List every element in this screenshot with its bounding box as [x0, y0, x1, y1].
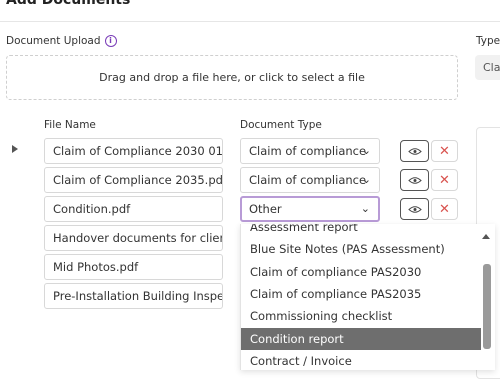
preview-button[interactable]	[400, 169, 429, 191]
type-label: Type	[476, 35, 500, 47]
close-icon: ✕	[439, 172, 450, 188]
file-name-header: File Name	[44, 119, 96, 131]
chevron-down-icon: ⌄	[361, 144, 371, 157]
remove-button[interactable]: ✕	[431, 140, 458, 162]
file-name-input[interactable]: Pre-Installation Building Inspection	[44, 283, 223, 309]
document-type-value: Claim of compliance	[249, 173, 367, 187]
preview-button[interactable]	[400, 140, 429, 162]
scrollbar-thumb[interactable]	[483, 264, 491, 349]
caret-right-icon[interactable]	[12, 145, 18, 153]
document-type-value: Claim of compliance	[249, 144, 367, 158]
dropdown-option[interactable]: Blue Site Notes (PAS Assessment)	[241, 238, 481, 260]
remove-button[interactable]: ✕	[431, 169, 458, 191]
document-upload-label-text: Document Upload	[6, 35, 101, 47]
file-name-input[interactable]: Claim of Compliance 2035.pdf	[44, 167, 223, 193]
type-select[interactable]: Cla	[475, 55, 500, 80]
eye-icon	[407, 147, 422, 155]
eye-icon	[407, 176, 422, 184]
preview-button[interactable]	[400, 198, 429, 220]
document-type-select-open[interactable]: Other ⌄	[240, 196, 380, 222]
dropdown-option[interactable]: Commissioning checklist	[241, 305, 481, 327]
dropdown-option[interactable]: Contract / Invoice	[241, 350, 481, 370]
file-name-input[interactable]: Handover documents for client	[44, 225, 223, 251]
header-divider	[0, 21, 500, 22]
dropzone-text: Drag and drop a file here, or click to s…	[99, 71, 365, 84]
dropdown-option-selected[interactable]: Condition report	[241, 328, 481, 350]
dropdown-option[interactable]: Claim of compliance PAS2030	[241, 261, 481, 283]
file-name-input[interactable]: Mid Photos.pdf	[44, 254, 223, 280]
document-type-header: Document Type	[240, 119, 322, 131]
document-type-dropdown[interactable]: Assessment report Blue Site Notes (PAS A…	[240, 224, 495, 370]
file-name-input[interactable]: Claim of Compliance 2030 0110	[44, 138, 223, 164]
dialog-title: Add Documents	[6, 0, 131, 8]
info-icon[interactable]: i	[104, 35, 117, 47]
file-dropzone[interactable]: Drag and drop a file here, or click to s…	[6, 55, 458, 100]
chevron-down-icon: ⌄	[360, 202, 370, 215]
close-icon: ✕	[439, 143, 450, 159]
dropdown-option[interactable]: Claim of compliance PAS2035	[241, 283, 481, 305]
file-name-input[interactable]: Condition.pdf	[44, 196, 223, 222]
document-type-select[interactable]: Claim of compliance ⌄	[240, 138, 380, 164]
chevron-down-icon: ⌄	[361, 173, 371, 186]
remove-button[interactable]: ✕	[431, 198, 458, 220]
document-type-value: Other	[249, 202, 282, 216]
dropdown-option[interactable]: Assessment report	[241, 224, 481, 238]
document-upload-label: Document Upload i	[6, 35, 117, 47]
close-icon: ✕	[439, 201, 450, 217]
document-type-select[interactable]: Claim of compliance ⌄	[240, 167, 380, 193]
scroll-up-icon[interactable]	[482, 234, 490, 239]
eye-icon	[407, 205, 422, 213]
